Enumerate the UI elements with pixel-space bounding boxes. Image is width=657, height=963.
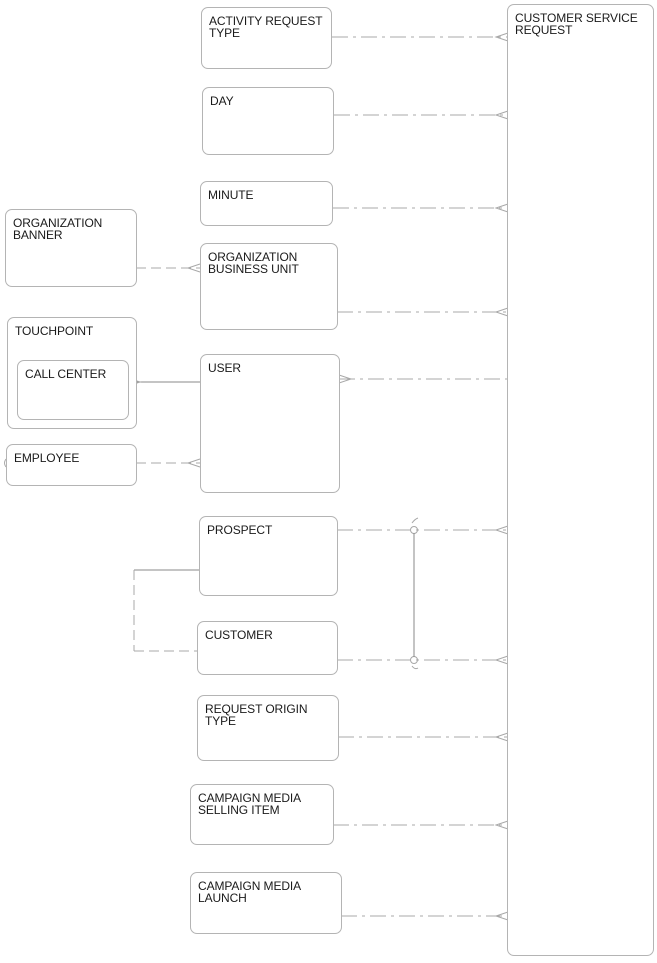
entity-day[interactable]: DAY	[202, 87, 334, 155]
entity-label: TOUCHPOINT	[15, 324, 94, 338]
rel-user-call-center	[127, 377, 200, 387]
entity-label: ORGANIZATION BANNER	[13, 216, 103, 242]
entity-label: EMPLOYEE	[14, 451, 80, 465]
entity-activity-request-type[interactable]: ACTIVITY REQUEST TYPE	[201, 7, 332, 69]
entity-organization-business-unit[interactable]: ORGANIZATION BUSINESS UNIT	[200, 243, 338, 330]
entity-customer-service-request[interactable]: CUSTOMER SERVICE REQUEST	[507, 4, 654, 956]
entity-user[interactable]: USER	[200, 354, 340, 493]
entity-call-center[interactable]: CALL CENTER	[17, 360, 129, 420]
entity-employee[interactable]: EMPLOYEE	[6, 444, 137, 486]
rel-user-csr	[338, 374, 508, 384]
rel-organization-business-unit	[337, 307, 509, 317]
rel-customer	[337, 655, 509, 670]
rel-minute	[333, 203, 509, 213]
entity-organization-banner[interactable]: ORGANIZATION BANNER	[5, 209, 137, 287]
rel-campaign-media-selling-item	[333, 820, 509, 830]
entity-request-origin-type[interactable]: REQUEST ORIGIN TYPE	[197, 695, 339, 761]
entity-label: REQUEST ORIGIN TYPE	[205, 702, 308, 728]
entity-label: CAMPAIGN MEDIA SELLING ITEM	[198, 791, 302, 817]
entity-label: CALL CENTER	[25, 367, 107, 381]
entity-label: DAY	[210, 94, 234, 108]
rel-day	[334, 110, 509, 120]
rel-prospect	[337, 517, 509, 535]
entity-label: CUSTOMER	[205, 628, 273, 642]
entity-campaign-media-selling-item[interactable]: CAMPAIGN MEDIA SELLING ITEM	[190, 784, 334, 845]
rel-activity-request-type	[332, 32, 509, 42]
entity-label: MINUTE	[208, 188, 254, 202]
entity-label: ORGANIZATION BUSINESS UNIT	[208, 250, 299, 276]
rel-campaign-media-launch	[341, 911, 509, 921]
entity-label: ACTIVITY REQUEST TYPE	[209, 14, 323, 40]
entity-prospect[interactable]: PROSPECT	[199, 516, 338, 596]
entity-touchpoint[interactable]: TOUCHPOINT CALL CENTER	[7, 317, 137, 429]
entity-customer[interactable]: CUSTOMER	[197, 621, 338, 675]
rel-request-origin-type	[338, 732, 509, 742]
entity-label: CAMPAIGN MEDIA LAUNCH	[198, 879, 302, 905]
entity-minute[interactable]: MINUTE	[200, 181, 333, 226]
entity-campaign-media-launch[interactable]: CAMPAIGN MEDIA LAUNCH	[190, 872, 342, 934]
rel-prospect-customer	[133, 569, 199, 652]
entity-label: CUSTOMER SERVICE REQUEST	[515, 11, 638, 37]
rel-organization-banner	[136, 263, 201, 273]
entity-label: PROSPECT	[207, 523, 273, 537]
entity-label: USER	[208, 361, 241, 375]
